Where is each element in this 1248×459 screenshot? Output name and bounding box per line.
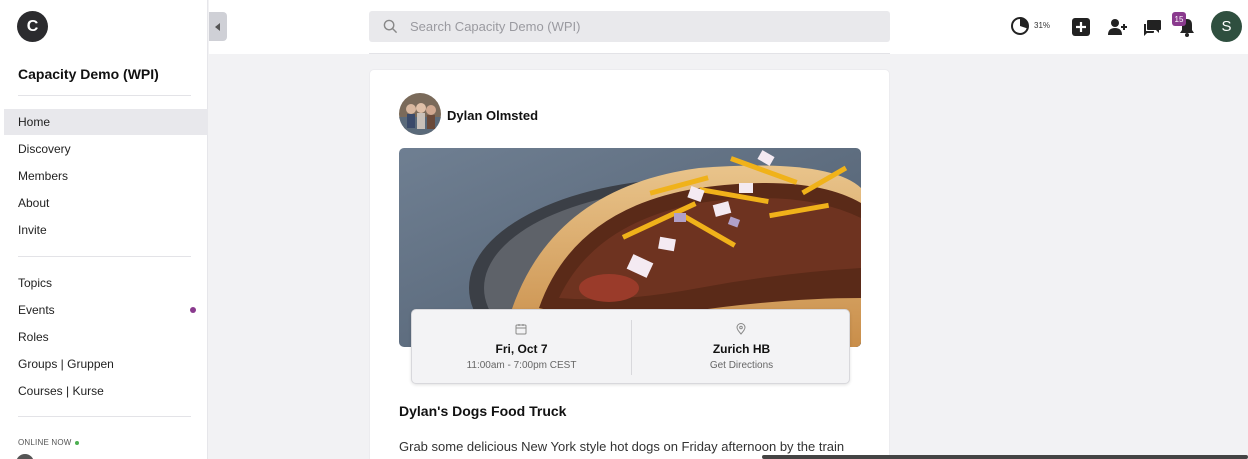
- search-bar[interactable]: Search Capacity Demo (WPI): [369, 11, 890, 42]
- sidebar-item-members[interactable]: Members: [4, 163, 208, 189]
- sidebar-item-events[interactable]: Events: [4, 297, 208, 323]
- sidebar-item-roles[interactable]: Roles: [4, 324, 208, 350]
- event-date-section: Fri, Oct 7 11:00am - 7:00pm CEST: [412, 310, 631, 385]
- user-avatar[interactable]: S: [1211, 11, 1242, 42]
- event-time: 11:00am - 7:00pm CEST: [466, 360, 577, 371]
- chevron-left-icon: [215, 22, 220, 31]
- add-user-icon[interactable]: [1107, 17, 1127, 37]
- author-photo: [399, 93, 441, 135]
- notification-badge: 15: [1172, 12, 1186, 26]
- online-member-avatar[interactable]: [16, 454, 34, 459]
- divider: [18, 95, 191, 96]
- event-date: Fri, Oct 7: [495, 342, 548, 356]
- unread-dot: [190, 307, 196, 313]
- community-logo[interactable]: C: [17, 11, 48, 42]
- divider: [18, 416, 191, 417]
- add-icon[interactable]: [1071, 17, 1091, 37]
- get-directions-link[interactable]: Get Directions: [632, 360, 851, 371]
- author-name[interactable]: Dylan Olmsted: [447, 108, 538, 123]
- location-pin-icon: [736, 323, 746, 335]
- sidebar-item-invite[interactable]: Invite: [4, 217, 208, 243]
- search-input[interactable]: Search Capacity Demo (WPI): [410, 19, 581, 34]
- event-details-box: Fri, Oct 7 11:00am - 7:00pm CEST Zurich …: [411, 309, 850, 384]
- progress-ring-icon[interactable]: [1010, 16, 1030, 36]
- post-title[interactable]: Dylan's Dogs Food Truck: [399, 403, 566, 419]
- author-avatar[interactable]: [399, 93, 441, 135]
- event-location-section[interactable]: Zurich HB Get Directions: [632, 310, 851, 385]
- progress-percent: 31%: [1034, 21, 1051, 30]
- chat-icon[interactable]: [1142, 17, 1162, 37]
- sidebar-item-courses[interactable]: Courses | Kurse: [4, 378, 208, 404]
- sidebar: C Capacity Demo (WPI) Home Discovery Mem…: [0, 0, 208, 459]
- sidebar-item-discovery[interactable]: Discovery: [4, 136, 208, 162]
- sidebar-item-home[interactable]: Home: [4, 109, 208, 135]
- previous-post-card: [369, 46, 890, 54]
- search-icon: [383, 19, 398, 34]
- sidebar-item-groups[interactable]: Groups | Gruppen: [4, 351, 208, 377]
- online-now-heading: ONLINE NOW: [18, 438, 79, 447]
- online-indicator-icon: [74, 440, 79, 445]
- community-name[interactable]: Capacity Demo (WPI): [18, 66, 159, 82]
- divider: [18, 256, 191, 257]
- event-location: Zurich HB: [712, 342, 771, 356]
- sidebar-item-about[interactable]: About: [4, 190, 208, 216]
- horizontal-scrollbar[interactable]: [762, 455, 1248, 459]
- sidebar-item-topics[interactable]: Topics: [4, 270, 208, 296]
- calendar-icon: [515, 324, 527, 335]
- collapse-sidebar-button[interactable]: [209, 12, 227, 41]
- sidebar-item-label: Events: [18, 303, 55, 317]
- post-card: Dylan Olmsted Fri, Oct 7 11:00am - 7:00p…: [369, 69, 890, 459]
